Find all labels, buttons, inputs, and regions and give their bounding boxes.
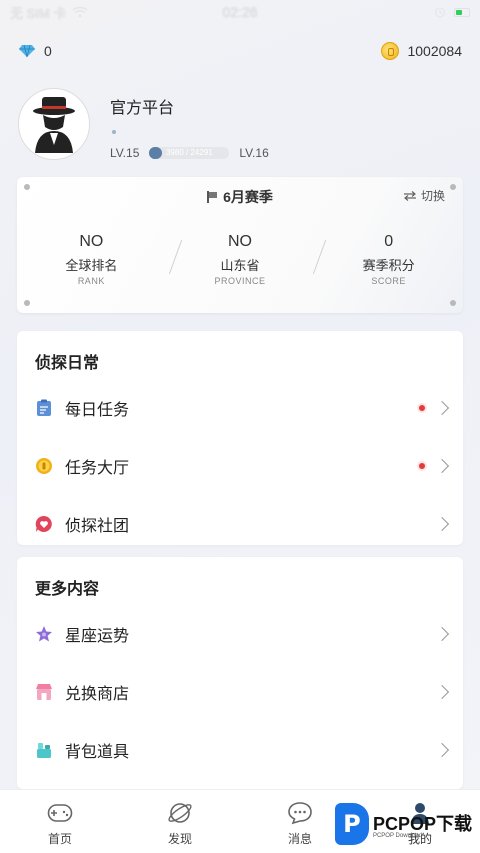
menu-item-label: 每日任务 xyxy=(65,402,130,419)
season-name: 6月赛季 xyxy=(223,189,273,205)
user-name: 官方平台 xyxy=(110,100,175,117)
chevron-right-icon xyxy=(434,626,450,642)
menu-item-label: 侦探社团 xyxy=(65,518,130,535)
swap-icon xyxy=(403,190,416,201)
currency-bar: 0 1002084 xyxy=(18,40,462,62)
stat-value: NO xyxy=(79,233,104,250)
menu-item-exchange-shop[interactable]: 兑换商店 xyxy=(17,663,463,721)
stat-rank: NO 全球排名 RANK xyxy=(31,233,151,286)
detective-daily-section: 侦探日常 每日任务 任务大厅 侦探社团 xyxy=(17,331,463,545)
watermark-brand: PCPOP下载 xyxy=(372,813,472,834)
stat-sublabel: PROVINCE xyxy=(214,276,266,286)
game-icon xyxy=(47,800,73,826)
battery-icon xyxy=(454,7,470,17)
shop-icon xyxy=(35,683,53,701)
level-progress: LV.15 3980 / 24291 LV.16 xyxy=(110,146,269,160)
status-right xyxy=(434,6,470,18)
stat-label: 山东省 xyxy=(220,258,260,273)
stat-province: NO 山东省 PROVINCE xyxy=(180,233,300,286)
diamond-count: 0 xyxy=(44,43,52,59)
season-stats: NO 全球排名 RANK NO 山东省 PROVINCE 0 赛季积分 SCOR… xyxy=(17,233,463,286)
menu-item-label: 星座运势 xyxy=(65,628,130,645)
menu-item-task-hall[interactable]: 任务大厅 xyxy=(17,437,463,495)
tab-label: 消息 xyxy=(287,832,312,846)
season-card: 6月赛季 切换 NO 全球排名 RANK NO 山东省 PROVINCE 0 赛… xyxy=(17,177,463,313)
xp-text: 3980 / 24291 xyxy=(166,148,213,157)
menu-item-backpack[interactable]: 背包道具 xyxy=(17,721,463,779)
more-content-section: 更多内容 星座运势 兑换商店 背包道具 xyxy=(17,557,463,789)
status-dot xyxy=(112,130,116,134)
coin-balance[interactable]: 1002084 xyxy=(381,42,462,60)
notification-badge xyxy=(419,405,425,411)
flag-icon xyxy=(207,191,218,203)
menu-item-label: 任务大厅 xyxy=(65,460,130,477)
chevron-right-icon xyxy=(434,516,450,532)
next-level: LV.16 xyxy=(239,146,269,160)
stat-value: NO xyxy=(227,233,252,250)
status-bar: 无 SIM 卡 02:26 xyxy=(0,0,480,24)
notification-badge xyxy=(419,463,425,469)
tab-label: 首页 xyxy=(47,832,72,846)
menu-item-detective-club[interactable]: 侦探社团 xyxy=(17,495,463,553)
rivet-decoration xyxy=(24,300,30,306)
switch-label: 切换 xyxy=(420,189,445,203)
coin-icon xyxy=(381,42,400,60)
stat-sublabel: RANK xyxy=(77,276,105,286)
coin-icon xyxy=(35,457,53,475)
status-time: 02:26 xyxy=(222,4,258,20)
watermark: P PCPOP下载 PCPOP Download xyxy=(334,803,472,845)
menu-item-daily-tasks[interactable]: 每日任务 xyxy=(17,379,463,437)
stat-value: 0 xyxy=(384,233,394,250)
status-left: 无 SIM 卡 xyxy=(10,3,88,22)
diamond-balance[interactable]: 0 xyxy=(18,43,52,59)
profile-info: 官方平台 LV.15 3980 / 24291 LV.16 xyxy=(110,88,269,168)
stat-sublabel: SCORE xyxy=(371,276,406,286)
xp-bar: 3980 / 24291 xyxy=(149,147,230,159)
heart-chat-icon xyxy=(35,515,53,533)
menu-item-horoscope[interactable]: 星座运势 xyxy=(17,605,463,663)
stat-label: 赛季积分 xyxy=(362,258,415,273)
current-level: LV.15 xyxy=(110,146,140,160)
clipboard-icon xyxy=(35,399,53,417)
menu-item-label: 背包道具 xyxy=(65,744,130,761)
wifi-icon xyxy=(72,6,88,18)
diamond-icon xyxy=(19,44,35,58)
backpack-icon xyxy=(35,741,53,759)
section-title: 侦探日常 xyxy=(35,355,100,372)
tab-label: 发现 xyxy=(167,832,192,846)
alarm-icon xyxy=(434,7,446,18)
watermark-text-group: PCPOP下载 PCPOP Download xyxy=(373,810,472,839)
tab-discover[interactable]: 发现 xyxy=(130,790,230,853)
menu-item-label: 兑换商店 xyxy=(65,686,130,703)
chevron-right-icon xyxy=(434,400,450,416)
avatar[interactable] xyxy=(18,88,90,160)
chevron-right-icon xyxy=(434,684,450,700)
stat-score: 0 赛季积分 SCORE xyxy=(329,233,449,286)
stat-label: 全球排名 xyxy=(65,258,118,273)
detective-avatar-icon xyxy=(33,97,75,153)
rivet-decoration xyxy=(450,300,456,306)
carrier-text: 无 SIM 卡 xyxy=(10,5,67,21)
switch-season-button[interactable]: 切换 xyxy=(403,187,445,204)
planet-icon xyxy=(167,800,193,826)
section-title: 更多内容 xyxy=(35,581,100,598)
coin-count: 1002084 xyxy=(407,43,462,59)
profile-header: 官方平台 LV.15 3980 / 24291 LV.16 xyxy=(18,88,462,168)
watermark-logo-icon: P xyxy=(334,803,369,845)
season-title: 6月赛季 xyxy=(17,187,463,207)
chevron-right-icon xyxy=(434,458,450,474)
chevron-right-icon xyxy=(434,742,450,758)
tab-home[interactable]: 首页 xyxy=(10,790,110,853)
star-icon xyxy=(35,625,53,643)
chat-icon xyxy=(287,800,313,826)
